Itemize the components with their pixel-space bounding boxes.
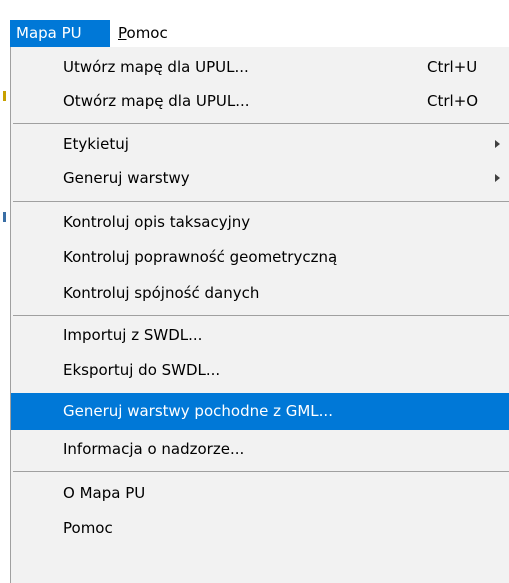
menu-item-generate-derived-layers[interactable]: Generuj warstwy pochodne z GML...	[11, 393, 509, 430]
menu-separator	[13, 201, 509, 202]
menu-separator	[13, 471, 509, 472]
menu-pomoc[interactable]: Pomoc	[111, 20, 185, 47]
menu-item-label: Etykietuj	[63, 135, 129, 153]
menu-item-label: Otwórz mapę dla UPUL...	[63, 92, 250, 110]
background-window-edge	[0, 47, 10, 583]
menu-item-shortcut: Ctrl+O	[427, 92, 479, 110]
menu-item-label-submenu[interactable]: Etykietuj	[11, 128, 509, 161]
menu-item-label: Eksportuj do SWDL...	[63, 361, 221, 379]
menu-item-label: Utwórz mapę dla UPUL...	[63, 58, 249, 76]
menu-item-label: Generuj warstwy pochodne z GML...	[63, 402, 333, 420]
menu-item-check-description[interactable]: Kontroluj opis taksacyjny	[11, 206, 509, 239]
menu-item-supervision-info[interactable]: Informacja o nadzorze...	[11, 433, 509, 466]
menu-item-check-geometry[interactable]: Kontroluj poprawność geometryczną	[11, 241, 509, 274]
menu-item-create-map[interactable]: Utwórz mapę dla UPUL... Ctrl+U	[11, 51, 509, 84]
menu-item-help[interactable]: Pomoc	[11, 512, 509, 545]
menu-item-label: Kontroluj spójność danych	[63, 284, 260, 302]
menu-item-label: Informacja o nadzorze...	[63, 440, 245, 458]
menu-pomoc-mnemonic: P	[118, 24, 127, 42]
menu-separator	[13, 123, 509, 124]
menu-item-label: Importuj z SWDL...	[63, 326, 203, 344]
menu-pomoc-label-rest: omoc	[126, 24, 168, 42]
menu-bar: Mapa PU Pomoc	[0, 20, 509, 47]
background-mark	[3, 91, 6, 101]
screen: Mapa PU Pomoc Utwórz mapę dla UPUL... Ct…	[0, 0, 509, 583]
menu-item-label: Pomoc	[63, 519, 113, 537]
chevron-right-icon	[495, 140, 500, 148]
dropdown-menu-mapa-pu: Utwórz mapę dla UPUL... Ctrl+U Otwórz ma…	[10, 47, 509, 583]
menu-item-generate-layers-submenu[interactable]: Generuj warstwy	[11, 162, 509, 195]
menu-item-import-swdl[interactable]: Importuj z SWDL...	[11, 319, 509, 352]
menu-item-label: O Mapa PU	[63, 484, 146, 502]
menu-item-label: Kontroluj poprawność geometryczną	[63, 248, 338, 266]
background-mark	[3, 212, 6, 222]
menu-item-label: Generuj warstwy	[63, 169, 190, 187]
menu-separator	[13, 315, 509, 316]
menu-mapa-pu[interactable]: Mapa PU	[10, 20, 110, 47]
menu-item-shortcut: Ctrl+U	[427, 58, 478, 76]
menu-item-open-map[interactable]: Otwórz mapę dla UPUL... Ctrl+O	[11, 85, 509, 118]
menu-item-check-consistency[interactable]: Kontroluj spójność danych	[11, 277, 509, 310]
menu-item-export-swdl[interactable]: Eksportuj do SWDL...	[11, 354, 509, 387]
chevron-right-icon	[495, 174, 500, 182]
menu-item-label: Kontroluj opis taksacyjny	[63, 213, 251, 231]
menu-mapa-pu-label: Mapa PU	[16, 24, 82, 42]
menu-item-about[interactable]: O Mapa PU	[11, 477, 509, 510]
